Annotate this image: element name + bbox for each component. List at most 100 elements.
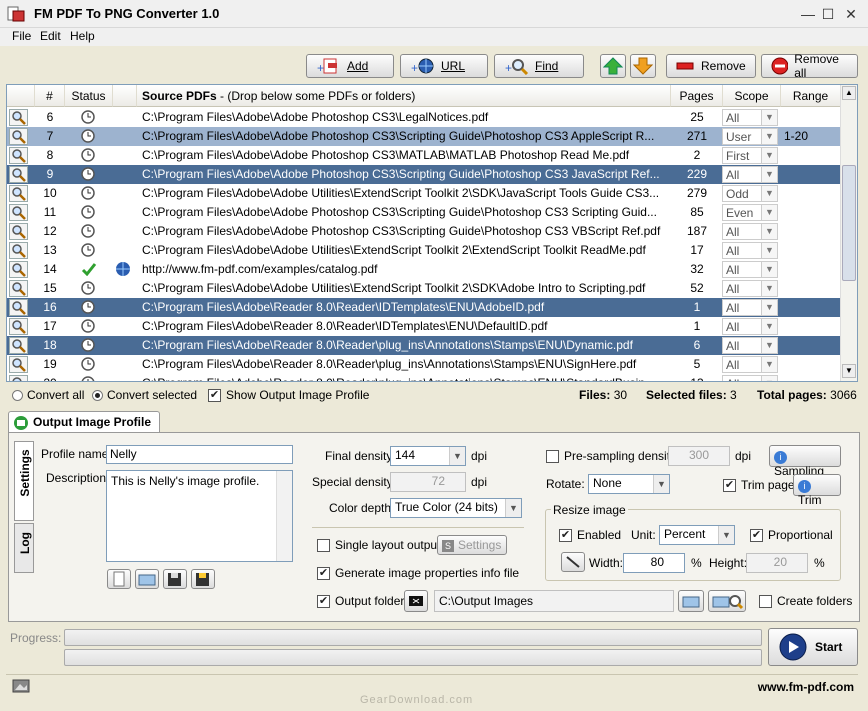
table-row[interactable]: 17 C:\Program Files\Adobe\Reader 8.0\Read… — [7, 317, 841, 336]
table-row[interactable]: 10 C:\Program Files\Adobe\Adobe Utilities… — [7, 184, 841, 203]
col-header-range[interactable]: Range — [781, 85, 841, 107]
row-range[interactable] — [784, 203, 839, 222]
chevron-down-icon[interactable]: ▼ — [761, 205, 777, 220]
row-range[interactable] — [784, 108, 839, 127]
menu-file[interactable]: File — [12, 29, 31, 43]
remove-button[interactable]: Remove — [666, 54, 756, 78]
chevron-down-icon[interactable]: ▼ — [761, 186, 777, 201]
move-down-button[interactable] — [630, 54, 656, 78]
preview-button[interactable] — [9, 109, 28, 126]
chevron-down-icon[interactable]: ▼ — [761, 338, 777, 353]
generate-info-checkbox[interactable]: ✔ — [317, 567, 330, 580]
output-folder-input[interactable]: C:\Output Images — [434, 590, 674, 612]
row-range[interactable] — [784, 336, 839, 355]
open-profile-button[interactable] — [135, 569, 159, 589]
row-range[interactable] — [784, 184, 839, 203]
description-scrollbar[interactable] — [276, 471, 292, 561]
menu-edit[interactable]: Edit — [40, 29, 61, 43]
save-profile-button[interactable] — [163, 569, 187, 589]
chevron-down-icon[interactable]: ▼ — [761, 167, 777, 182]
chevron-down-icon[interactable]: ▼ — [505, 499, 521, 517]
preview-button[interactable] — [9, 242, 28, 259]
row-range[interactable]: 1-20 — [784, 127, 839, 146]
resize-enabled-checkbox[interactable]: ✔ — [559, 529, 572, 542]
table-row[interactable]: 12 C:\Program Files\Adobe\Adobe Photoshop… — [7, 222, 841, 241]
preview-button[interactable] — [9, 299, 28, 316]
table-row[interactable]: 13 C:\Program Files\Adobe\Adobe Utilities… — [7, 241, 841, 260]
scroll-down-arrow-icon[interactable]: ▼ — [842, 364, 856, 378]
chevron-down-icon[interactable]: ▼ — [761, 357, 777, 372]
tab-output-image-profile[interactable]: Output Image Profile — [8, 411, 160, 433]
col-header-num[interactable]: # — [35, 85, 65, 107]
row-scope-combo[interactable]: All ▼ — [722, 318, 778, 335]
chevron-down-icon[interactable]: ▼ — [761, 243, 777, 258]
scroll-thumb[interactable] — [842, 165, 856, 281]
col-header-pages[interactable]: Pages — [671, 85, 723, 107]
row-range[interactable] — [784, 279, 839, 298]
save-as-profile-button[interactable] — [191, 569, 215, 589]
row-range[interactable] — [784, 241, 839, 260]
preview-button[interactable] — [9, 318, 28, 335]
row-scope-combo[interactable]: All ▼ — [722, 166, 778, 183]
description-textarea[interactable]: This is Nelly's image profile. — [106, 470, 293, 562]
preview-button[interactable] — [9, 280, 28, 297]
preview-button[interactable] — [9, 375, 28, 381]
preview-button[interactable] — [9, 166, 28, 183]
convert-all-radio[interactable] — [12, 390, 23, 401]
source-pdf-table[interactable]: # Status Source PDFs - (Drop below some … — [6, 84, 858, 382]
table-row[interactable]: 11 C:\Program Files\Adobe\Adobe Photoshop… — [7, 203, 841, 222]
chevron-down-icon[interactable]: ▼ — [718, 526, 734, 544]
table-row[interactable]: 19 C:\Program Files\Adobe\Reader 8.0\Read… — [7, 355, 841, 374]
single-layout-settings-button[interactable]: S Settings — [437, 535, 507, 555]
preview-button[interactable] — [9, 204, 28, 221]
chevron-down-icon[interactable]: ▼ — [761, 148, 777, 163]
minimize-button[interactable]: — — [800, 6, 816, 22]
start-button[interactable]: Start — [768, 628, 858, 666]
row-range[interactable] — [784, 317, 839, 336]
table-row[interactable]: 18 C:\Program Files\Adobe\Reader 8.0\Read… — [7, 336, 841, 355]
row-scope-combo[interactable]: First ▼ — [722, 147, 778, 164]
chevron-down-icon[interactable]: ▼ — [761, 281, 777, 296]
chevron-down-icon[interactable]: ▼ — [761, 110, 777, 125]
chevron-down-icon[interactable]: ▼ — [761, 262, 777, 277]
unit-combo[interactable]: Percent ▼ — [659, 525, 735, 545]
close-button[interactable]: ✕ — [843, 6, 859, 22]
find-button[interactable]: + Find — [494, 54, 584, 78]
create-folders-checkbox[interactable] — [759, 595, 772, 608]
col-header-status[interactable]: Status — [65, 85, 113, 107]
chevron-down-icon[interactable]: ▼ — [761, 224, 777, 239]
table-row[interactable]: 7 C:\Program Files\Adobe\Adobe Photoshop … — [7, 127, 841, 146]
chevron-down-icon[interactable]: ▼ — [761, 300, 777, 315]
height-spin[interactable]: 20 — [746, 553, 808, 573]
row-scope-combo[interactable]: All ▼ — [722, 337, 778, 354]
row-range[interactable] — [784, 222, 839, 241]
color-depth-combo[interactable]: True Color (24 bits) ▼ — [390, 498, 522, 518]
preview-button[interactable] — [9, 261, 28, 278]
presampling-checkbox[interactable] — [546, 450, 559, 463]
row-range[interactable] — [784, 260, 839, 279]
width-spin[interactable]: 80 — [623, 553, 685, 573]
browse-folder-button[interactable] — [678, 590, 704, 612]
row-scope-combo[interactable]: All ▼ — [722, 261, 778, 278]
rotate-combo[interactable]: None ▼ — [588, 474, 670, 494]
row-scope-combo[interactable]: Even ▼ — [722, 204, 778, 221]
row-range[interactable] — [784, 298, 839, 317]
row-scope-combo[interactable]: All ▼ — [722, 280, 778, 297]
resize-lock-button[interactable] — [561, 552, 585, 572]
row-scope-combo[interactable]: All ▼ — [722, 223, 778, 240]
table-row[interactable]: 14 http://www.fm-pdf.com/examples/catalog… — [7, 260, 841, 279]
row-range[interactable] — [784, 355, 839, 374]
preview-button[interactable] — [9, 147, 28, 164]
table-row[interactable]: 8 C:\Program Files\Adobe\Adobe Photoshop … — [7, 146, 841, 165]
row-scope-combo[interactable]: All ▼ — [722, 109, 778, 126]
chevron-down-icon[interactable]: ▼ — [761, 319, 777, 334]
table-scrollbar[interactable]: ▲ ▼ — [840, 85, 857, 381]
new-profile-button[interactable] — [107, 569, 131, 589]
row-scope-combo[interactable]: All ▼ — [722, 356, 778, 373]
move-up-button[interactable] — [600, 54, 626, 78]
remove-all-button[interactable]: Remove all — [761, 52, 858, 80]
table-row[interactable]: 20 C:\Program Files\Adobe\Reader 8.0\Read… — [7, 374, 841, 381]
preview-button[interactable] — [9, 128, 28, 145]
row-range[interactable] — [784, 146, 839, 165]
row-range[interactable] — [784, 165, 839, 184]
